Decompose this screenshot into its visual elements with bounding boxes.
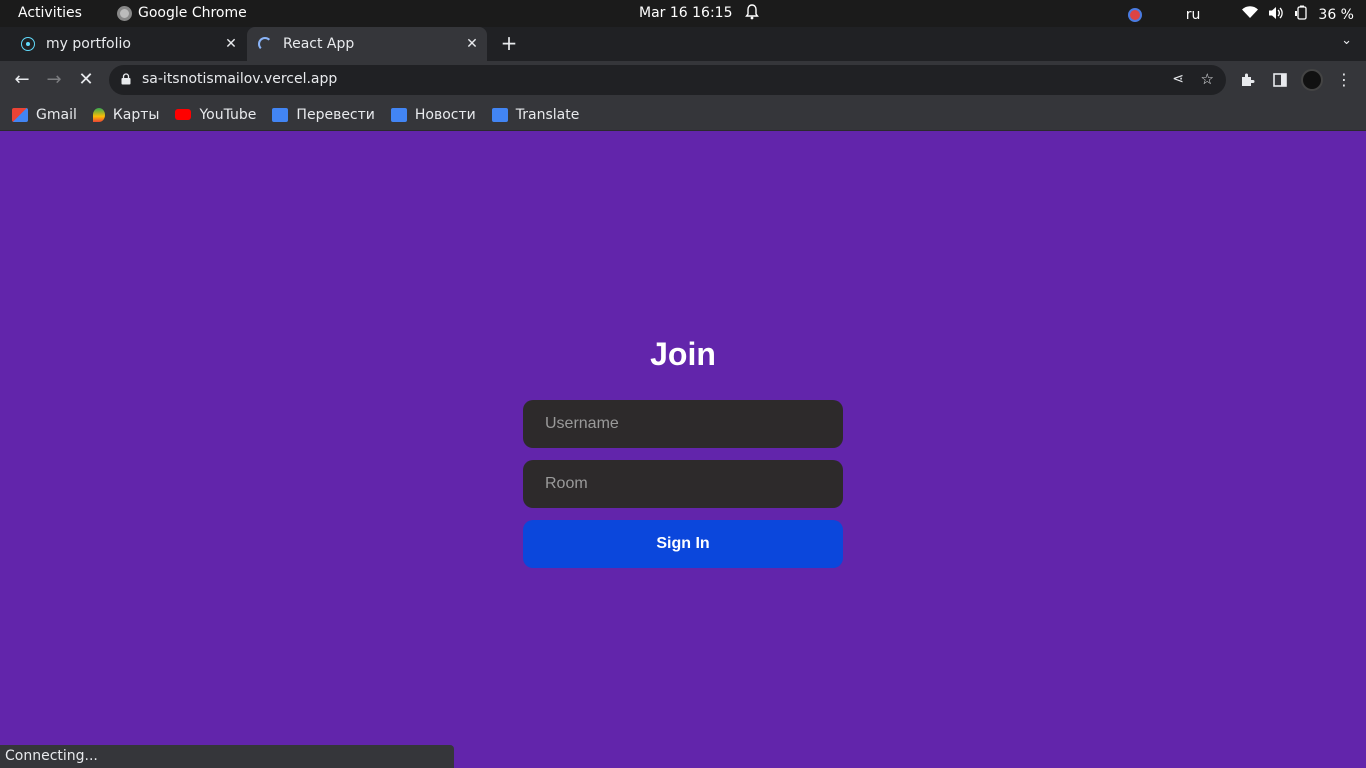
system-top-bar: Activities Google Chrome Mar 16 16:15 ru… [0,0,1366,27]
close-tab-icon[interactable]: ✕ [220,36,242,52]
wifi-icon [1242,6,1259,23]
bell-icon [745,4,759,24]
side-panel-icon[interactable] [1268,67,1292,93]
google-translate-icon [491,107,508,122]
url-text[interactable]: sa-itsnotismailov.vercel.app [142,71,337,87]
bookmark-label: Карты [112,106,160,123]
google-translate-icon [272,107,289,122]
loading-spinner-icon [257,36,273,52]
room-input[interactable] [523,460,843,508]
tab-title: my portfolio [46,36,131,52]
new-tab-button[interactable]: + [497,31,521,55]
bookmark-youtube[interactable]: YouTube [175,107,256,123]
bookmark-translate[interactable]: Translate [491,106,580,123]
forward-arrow-icon[interactable]: → [41,67,67,93]
chrome-icon [117,5,132,21]
language-indicator[interactable]: ru [1186,7,1201,23]
bookmark-label: Новости [414,106,476,123]
bookmark-star-icon[interactable]: ☆ [1201,70,1214,88]
bookmark-label: Перевести [296,106,375,123]
bookmark-news[interactable]: Новости [390,106,476,123]
close-tab-icon[interactable]: ✕ [461,36,483,52]
username-input[interactable] [523,400,843,448]
tab-react-app[interactable]: React App ✕ [247,27,487,61]
react-icon [20,36,36,52]
bookmark-label: YouTube [199,106,257,123]
tab-strip: my portfolio ✕ React App ✕ + ⌄ [0,27,1366,61]
system-tray[interactable]: ru 36 % [1127,5,1354,24]
google-news-icon [390,107,407,122]
battery-percent: 36 % [1318,6,1354,23]
stop-loading-icon[interactable]: ✕ [73,67,99,93]
gmail-icon [12,107,28,122]
browser-toolbar: ← → ✕ sa-itsnotismailov.vercel.app ⋖ ☆ ⋮ [0,61,1366,99]
tab-title: React App [283,36,355,52]
page-content: Join Sign In [0,132,1366,768]
battery-icon [1294,5,1308,24]
notification-app-icon [1127,7,1142,22]
bookmark-label: Translate [515,106,580,123]
app-menu[interactable]: Google Chrome [117,5,247,21]
bookmark-label: Gmail [36,106,77,123]
app-name: Google Chrome [138,5,247,21]
bookmark-translate-ru[interactable]: Перевести [272,106,375,123]
bookmark-gmail[interactable]: Gmail [12,107,77,123]
back-arrow-icon[interactable]: ← [9,67,35,93]
join-heading: Join [650,336,716,372]
address-bar[interactable]: sa-itsnotismailov.vercel.app ⋖ ☆ [109,65,1226,95]
tab-my-portfolio[interactable]: my portfolio ✕ [10,27,246,61]
tab-search-chevron-icon[interactable]: ⌄ [1341,33,1352,48]
activities-button[interactable]: Activities [18,5,82,21]
sign-in-button[interactable]: Sign In [523,520,843,568]
chrome-menu-icon[interactable]: ⋮ [1333,67,1355,93]
status-bubble: Connecting... [0,745,454,768]
share-icon[interactable]: ⋖ [1172,71,1184,87]
bookmarks-bar: Gmail Карты YouTube Перевести Новости Tr… [0,99,1366,131]
volume-icon [1268,6,1284,24]
youtube-icon [175,109,192,120]
profile-avatar[interactable] [1301,69,1323,91]
bookmark-maps[interactable]: Карты [92,106,160,123]
lock-icon [121,73,131,85]
extensions-puzzle-icon[interactable] [1236,67,1260,93]
clock[interactable]: Mar 16 16:15 [639,5,732,21]
maps-pin-icon [92,107,105,122]
